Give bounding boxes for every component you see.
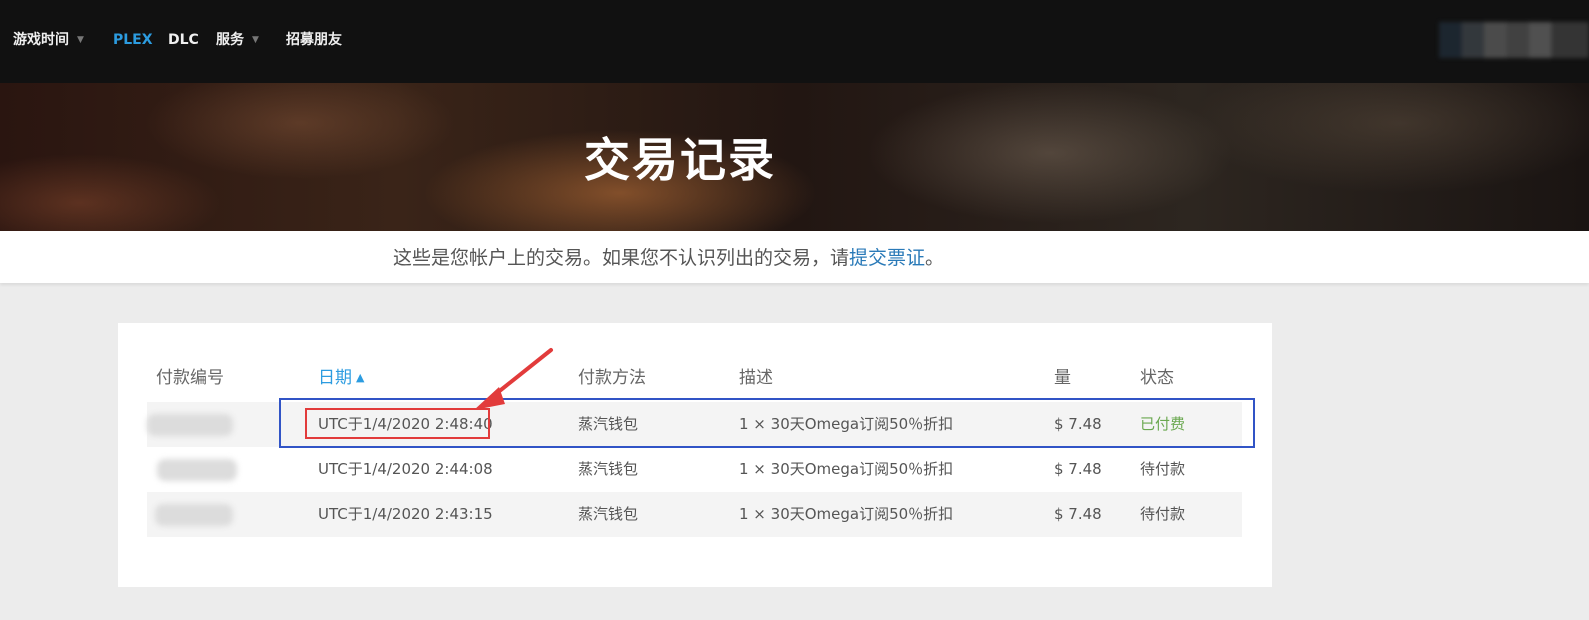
nav-item-recruit-friends[interactable]: 招募朋友: [286, 30, 342, 50]
cell-description: 1 × 30天Omega订阅50％折扣: [739, 505, 954, 523]
sort-ascending-icon: ▲: [356, 371, 365, 384]
page-title: 交易记录: [584, 133, 776, 187]
header-amount: 量: [1054, 368, 1071, 388]
info-text-prefix: 这些是您帐户上的交易。如果您不认识列出的交易，请: [393, 247, 850, 269]
top-nav: 游戏时间 ▼ PLEX DLC 服务 ▼ 招募朋友: [0, 0, 1589, 83]
cell-amount: $ 7.48: [1054, 415, 1102, 433]
chevron-down-icon: ▼: [252, 35, 259, 45]
cell-description: 1 × 30天Omega订阅50％折扣: [739, 460, 954, 478]
cell-method: 蒸汽钱包: [578, 415, 639, 433]
submit-ticket-link[interactable]: 提交票证: [849, 247, 925, 269]
cell-method: 蒸汽钱包: [578, 505, 639, 523]
nav-item-plex[interactable]: PLEX: [113, 30, 153, 50]
header-status: 状态: [1140, 368, 1174, 388]
info-bar: 这些是您帐户上的交易。如果您不认识列出的交易，请提交票证。: [0, 231, 1589, 283]
redacted-payment-id: [157, 459, 237, 481]
cell-method: 蒸汽钱包: [578, 460, 639, 478]
hero-banner: 交易记录: [0, 83, 1589, 231]
nav-item-label: DLC: [168, 32, 199, 48]
header-description: 描述: [739, 368, 773, 388]
nav-item-label: 服务: [216, 32, 244, 48]
header-date[interactable]: 日期 ▲: [318, 367, 364, 389]
table-row[interactable]: UTC于1/4/2020 2:43:15 蒸汽钱包 1 × 30天Omega订阅…: [147, 492, 1242, 537]
transactions-table: 付款编号 日期 ▲ 付款方法 描述 量 状态 UTC于1/4/2020 2:48:…: [118, 323, 1272, 587]
cell-status: 待付款: [1140, 460, 1186, 478]
redacted-payment-id: [147, 414, 233, 436]
cell-date: UTC于1/4/2020 2:44:08: [318, 460, 493, 478]
header-date-label: 日期: [318, 368, 352, 388]
cell-status: 待付款: [1140, 505, 1186, 523]
nav-item-dlc[interactable]: DLC: [168, 30, 199, 50]
table-row[interactable]: UTC于1/4/2020 2:44:08 蒸汽钱包 1 × 30天Omega订阅…: [147, 447, 1242, 492]
nav-item-services[interactable]: 服务 ▼: [216, 30, 259, 50]
cell-date: UTC于1/4/2020 2:43:15: [318, 505, 493, 523]
nav-item-label: 游戏时间: [13, 32, 69, 48]
nav-item-label: 招募朋友: [286, 32, 342, 48]
header-payment-method: 付款方法: [578, 368, 646, 388]
cell-status: 已付费: [1140, 415, 1186, 433]
account-avatar[interactable]: [1439, 22, 1589, 58]
cell-amount: $ 7.48: [1054, 505, 1102, 523]
cell-date: UTC于1/4/2020 2:48:40: [318, 415, 493, 433]
redacted-payment-id: [155, 504, 233, 526]
info-text: 这些是您帐户上的交易。如果您不认识列出的交易，请提交票证。: [393, 247, 944, 269]
cell-amount: $ 7.48: [1054, 460, 1102, 478]
table-row[interactable]: UTC于1/4/2020 2:48:40 蒸汽钱包 1 × 30天Omega订阅…: [147, 402, 1242, 447]
nav-item-label: PLEX: [113, 32, 153, 48]
info-text-suffix: 。: [925, 247, 945, 269]
header-payment-id: 付款编号: [156, 368, 224, 388]
chevron-down-icon: ▼: [77, 35, 84, 45]
nav-item-game-time[interactable]: 游戏时间 ▼: [13, 30, 84, 50]
cell-description: 1 × 30天Omega订阅50％折扣: [739, 415, 954, 433]
